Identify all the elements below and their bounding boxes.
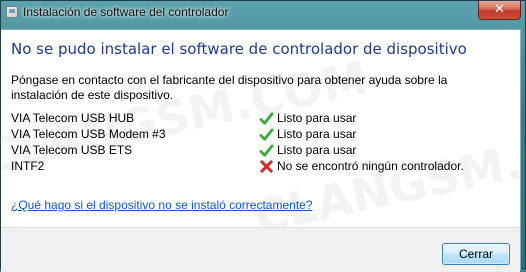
description-text: Póngase en contacto con el fabricante de… xyxy=(11,73,448,102)
device-name: VIA Telecom USB HUB xyxy=(11,111,135,125)
window-title: Instalación de software del controlador xyxy=(23,5,229,19)
driver-install-icon xyxy=(6,6,18,18)
check-icon xyxy=(259,128,274,141)
window-close-button[interactable]: ✕ xyxy=(478,1,521,20)
dialog-window: Instalación de software del controlador … xyxy=(0,0,526,272)
dialog-content: CLANGSM.COM CLANGSM.COM No se pudo insta… xyxy=(0,29,526,272)
help-link[interactable]: ¿Qué hago si el dispositivo no se instal… xyxy=(11,198,313,212)
list-item: VIA Telecom USB ETS Listo para usar xyxy=(11,143,511,159)
device-status: Listo para usar xyxy=(277,111,357,125)
list-item: INTF2 No se encontró ningún controlador. xyxy=(11,159,511,175)
device-name: INTF2 xyxy=(11,159,45,173)
close-button[interactable]: Cerrar xyxy=(442,243,510,265)
dialog-footer: Cerrar xyxy=(1,227,520,272)
device-status: Listo para usar xyxy=(277,127,357,141)
error-x-icon xyxy=(260,160,273,173)
check-icon xyxy=(259,112,274,125)
list-item: VIA Telecom USB Modem #3 Listo para usar xyxy=(11,127,511,143)
page-title: No se pudo instalar el software de contr… xyxy=(11,40,467,58)
device-name: VIA Telecom USB ETS xyxy=(11,143,133,157)
device-status: Listo para usar xyxy=(277,143,357,157)
list-item: VIA Telecom USB HUB Listo para usar xyxy=(11,111,511,127)
device-list: VIA Telecom USB HUB Listo para usar VIA … xyxy=(11,111,511,175)
check-icon xyxy=(259,144,274,157)
title-bar[interactable]: Instalación de software del controlador … xyxy=(1,1,526,25)
device-name: VIA Telecom USB Modem #3 xyxy=(11,127,166,141)
device-status: No se encontró ningún controlador. xyxy=(277,159,464,173)
